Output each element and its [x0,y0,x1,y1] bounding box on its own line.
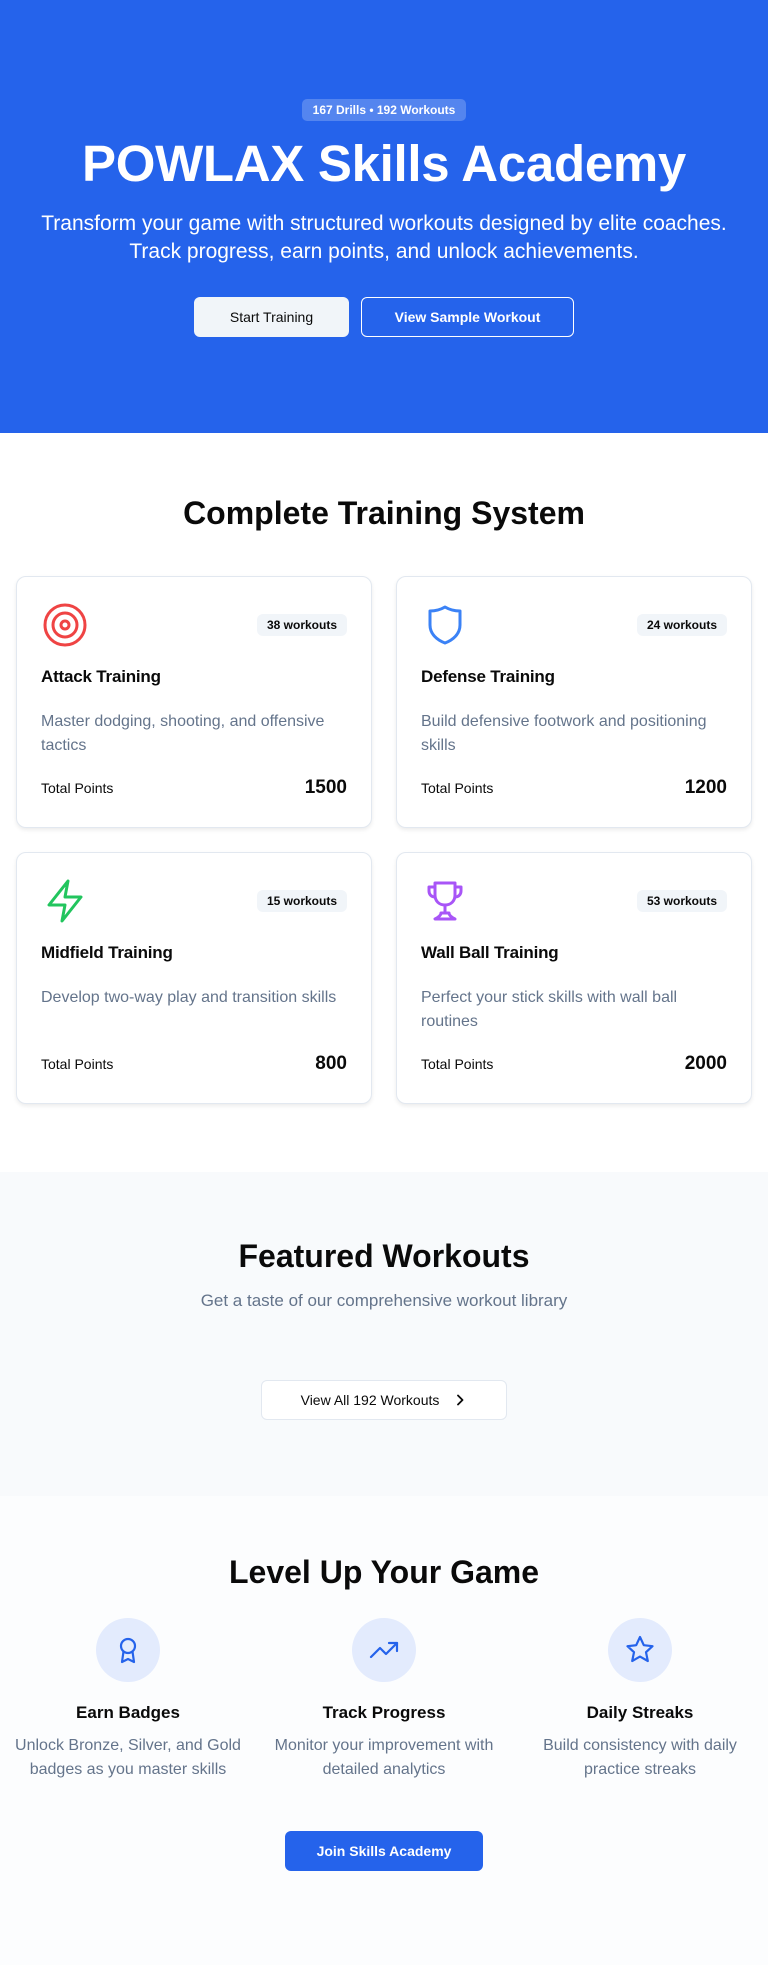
feature-daily-streaks: Daily Streaks Build consistency with dai… [524,1618,756,1782]
training-system-title: Complete Training System [183,495,585,531]
workout-count-badge: 24 workouts [636,614,727,637]
feature-track-progress: Track Progress Monitor your improvement … [268,1618,500,1782]
card-description: Develop two-way play and transition skil… [41,989,337,1007]
feature-list: Earn Badges Unlock Bronze, Silver, and G… [12,1618,756,1782]
featured-subtitle: Get a taste of our comprehensive workout… [200,1291,568,1311]
chevron-right-icon [457,1394,464,1406]
view-all-workouts-label: View All 192 Workouts [300,1392,440,1409]
workout-count-badge: 53 workouts [636,890,727,913]
trophy-icon [427,881,463,921]
view-all-workouts-button[interactable]: View All 192 Workouts [261,1380,507,1421]
total-points-label: Total Points [41,1056,114,1073]
shield-icon [428,605,462,645]
stats-badge: 167 Drills • 192 Workouts [301,99,467,121]
join-skills-academy-button[interactable]: Join Skills Academy [285,1831,483,1872]
view-sample-workout-button[interactable]: View Sample Workout [361,297,574,337]
hero-section: 167 Drills • 192 Workouts POWLAX Skills … [0,0,768,433]
training-cards: 38 workouts Attack Training Master dodgi… [16,576,768,1105]
training-card-attack[interactable]: 38 workouts Attack Training Master dodgi… [16,576,372,829]
card-description: Build defensive footwork and positioning… [421,713,707,755]
total-points-label: Total Points [421,1056,494,1073]
card-title: Defense Training [421,667,555,687]
trending-up-icon [369,1642,399,1659]
training-card-midfield[interactable]: 15 workouts Midfield Training Develop tw… [16,852,372,1105]
feature-description: Monitor your improvement with detailed a… [274,1737,494,1779]
award-icon [119,1638,137,1664]
total-points-value: 1500 [304,777,347,799]
total-points-label: Total Points [41,780,114,797]
hero-actions: Start Training View Sample Workout [0,297,768,337]
card-title: Wall Ball Training [421,943,559,963]
feature-earn-badges: Earn Badges Unlock Bronze, Silver, and G… [12,1618,244,1782]
feature-title: Track Progress [322,1703,446,1723]
feature-title: Earn Badges [76,1703,180,1723]
page-title: POWLAX Skills Academy [81,135,686,192]
card-title: Midfield Training [41,943,173,963]
total-points-label: Total Points [421,780,494,797]
card-description: Perfect your stick skills with wall ball… [421,989,678,1031]
feature-description: Build consistency with daily practice st… [543,1737,737,1779]
level-up-section: Level Up Your Game Earn Badges Unlock Br… [0,1496,768,1965]
feature-title: Daily Streaks [586,1703,694,1723]
workout-count-badge: 38 workouts [256,614,347,637]
featured-workouts-section: Featured Workouts Get a taste of our com… [0,1172,768,1496]
training-system-section: Complete Training System 38 workouts Att… [0,433,768,1172]
training-card-defense[interactable]: 24 workouts Defense Training Build defen… [396,576,752,829]
card-title: Attack Training [41,667,161,687]
total-points-value: 800 [315,1053,347,1075]
featured-title: Featured Workouts [238,1238,530,1274]
total-points-value: 1200 [684,777,727,799]
workout-count-badge: 15 workouts [256,890,347,913]
training-card-wall-ball[interactable]: 53 workouts Wall Ball Training Perfect y… [396,852,752,1105]
feature-description: Unlock Bronze, Silver, and Gold badges a… [15,1737,241,1779]
star-icon [626,1636,654,1663]
start-training-button[interactable]: Start Training [194,297,349,337]
level-up-title: Level Up Your Game [228,1554,540,1590]
card-description: Master dodging, shooting, and offensive … [41,713,325,755]
zap-icon [47,879,83,923]
target-icon [43,603,87,647]
hero-subtitle: Transform your game with structured work… [41,212,727,263]
total-points-value: 2000 [684,1053,727,1075]
